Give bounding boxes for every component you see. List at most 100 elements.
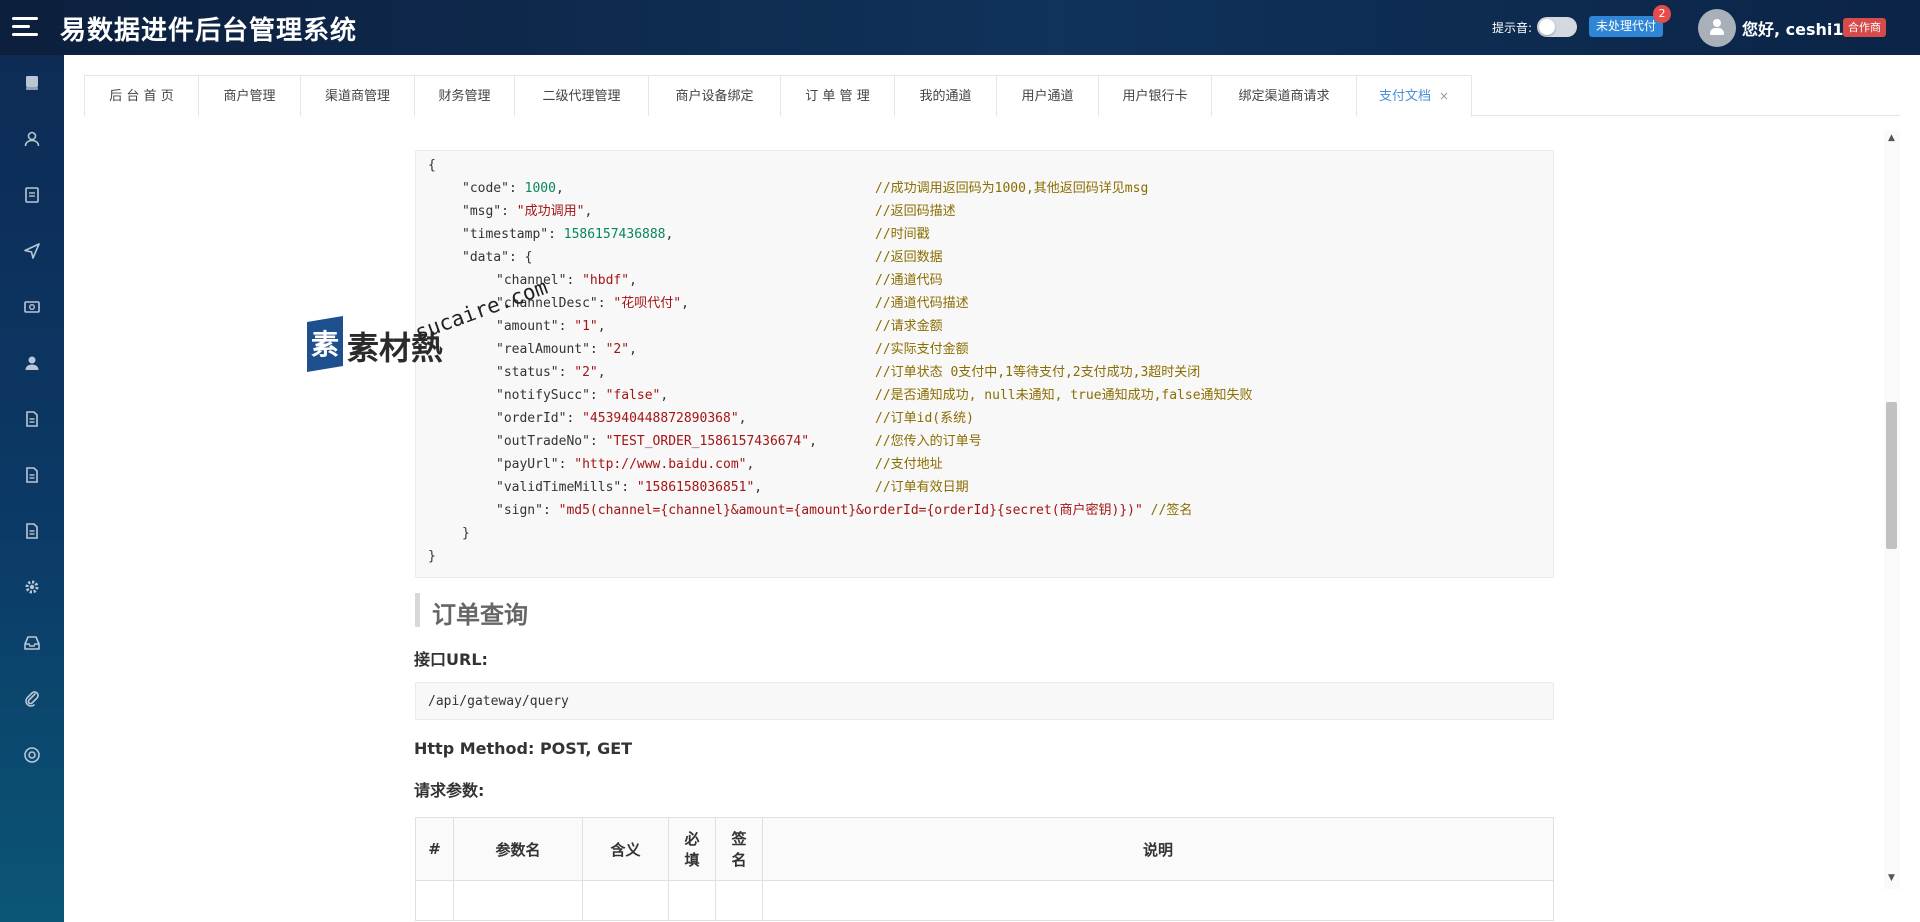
code-comment: //您传入的订单号	[875, 434, 982, 449]
file-icon[interactable]	[22, 465, 42, 485]
menu-toggle-icon[interactable]	[12, 15, 38, 39]
code-colon: :	[558, 457, 575, 472]
code-key: "notifySucc"	[496, 388, 590, 403]
user-greeting[interactable]: 您好, ceshi1	[1742, 16, 1844, 40]
tab-bank-cards[interactable]: 用户银行卡	[1099, 75, 1212, 116]
code-comma: ,	[597, 365, 606, 380]
watermark-logo: 素	[307, 316, 343, 372]
code-brace: }	[428, 549, 436, 564]
doc-content: - {"code": 1000, //成功调用返回码为1000,其他返回码详见ms…	[64, 117, 1884, 922]
tab-close-icon[interactable]: ×	[1439, 89, 1449, 103]
code-comma: ,	[746, 457, 755, 472]
gear-icon[interactable]	[22, 577, 42, 597]
table-row	[415, 880, 1554, 921]
tab-channel-merchant[interactable]: 渠道商管理	[301, 75, 415, 116]
code-line: "realAmount": "2",	[496, 338, 637, 361]
code-colon: :	[566, 411, 583, 426]
tab-payment-docs[interactable]: 支付文档 ×	[1357, 75, 1472, 117]
tab-my-channels[interactable]: 我的通道	[895, 75, 997, 116]
code-comment: //成功调用返回码为1000,其他返回码详见msg	[875, 181, 1149, 196]
paperclip-icon[interactable]	[22, 689, 42, 709]
tab-payment-docs-label: 支付文档	[1378, 89, 1431, 104]
tab-bar: 后 台 首 页 商户管理 渠道商管理 财务管理 二级代理管理 商户设备绑定 订 …	[84, 75, 1900, 117]
code-colon: :	[501, 204, 517, 219]
tab-finance[interactable]: 财务管理	[415, 75, 515, 116]
code-comment: //通道代码	[875, 273, 943, 288]
code-key: "outTradeNo"	[496, 434, 590, 449]
role-badge: 合作商	[1843, 18, 1886, 37]
api-url-label: 接口URL:	[414, 650, 488, 669]
tab-binding-requests[interactable]: 绑定渠道商请求	[1212, 75, 1357, 116]
tab-merchant[interactable]: 商户管理	[199, 75, 301, 116]
scroll-down-arrow-icon[interactable]: ▼	[1888, 873, 1895, 883]
code-comment: //签名	[1150, 503, 1193, 518]
param-table: # 参数名 含义 必填 签名 说明	[415, 817, 1554, 921]
code-comment: //时间戳	[875, 227, 930, 242]
code-comment: //支付地址	[875, 457, 943, 472]
code-value: "2"	[605, 342, 630, 357]
code-line: "timestamp": 1586157436888,	[462, 223, 673, 246]
send-icon[interactable]	[22, 241, 42, 261]
code-key: "timestamp"	[462, 227, 549, 242]
table-header-index: #	[415, 817, 454, 881]
code-colon: :	[589, 434, 606, 449]
code-key: "validTimeMills"	[496, 480, 622, 495]
code-comment: //订单有效日期	[875, 480, 969, 495]
code-brace: }	[462, 526, 470, 541]
book-icon[interactable]	[22, 73, 42, 93]
code-top-tick: -	[445, 117, 449, 123]
code-line: "msg": "成功调用",	[462, 200, 592, 223]
file-icon[interactable]	[22, 521, 42, 541]
tab-sub-agent[interactable]: 二级代理管理	[515, 75, 649, 116]
code-colon: :	[621, 480, 637, 495]
code-comma: ,	[597, 319, 606, 334]
code-colon: :	[558, 319, 575, 334]
table-header-required: 必填	[668, 817, 716, 881]
code-colon: :	[508, 181, 525, 196]
code-comment: //通道代码描述	[875, 296, 969, 311]
tab-device-binding[interactable]: 商户设备绑定	[649, 75, 781, 116]
app-title: 易数据进件后台管理系统	[60, 16, 358, 46]
code-comma: ,	[681, 296, 689, 311]
code-comment: //返回码描述	[875, 204, 956, 219]
code-line: "validTimeMills": "1586158036851",	[496, 476, 762, 499]
code-line: "code": 1000,	[462, 177, 564, 200]
code-colon: :	[508, 250, 525, 265]
code-colon: :	[548, 227, 564, 242]
lifebuoy-icon[interactable]	[22, 745, 42, 765]
table-header-desc: 说明	[762, 817, 1554, 881]
code-comma: ,	[555, 181, 564, 196]
code-key: "sign"	[496, 503, 543, 518]
pending-count-badge: 2	[1653, 5, 1671, 23]
inbox-icon[interactable]	[22, 633, 42, 653]
code-value: "http://www.baidu.com"	[574, 457, 747, 472]
section-title: 订单查询	[432, 601, 528, 629]
user-solid-icon[interactable]	[22, 353, 42, 373]
code-key: "status"	[496, 365, 559, 380]
tab-home[interactable]: 后 台 首 页	[84, 75, 199, 116]
tab-orders[interactable]: 订 单 管 理	[781, 75, 895, 116]
scrollbar-thumb[interactable]	[1886, 402, 1897, 549]
code-value: "1"	[574, 319, 598, 334]
pending-payout-button[interactable]: 未处理代付	[1589, 16, 1664, 37]
code-line: "notifySucc": "false",	[496, 384, 668, 407]
code-comma: ,	[754, 480, 763, 495]
code-comma: ,	[584, 204, 593, 219]
file-icon[interactable]	[22, 409, 42, 429]
code-comment: //请求金额	[875, 319, 943, 334]
code-colon: :	[589, 388, 606, 403]
code-comma: ,	[660, 388, 669, 403]
code-key: "data"	[462, 250, 509, 265]
code-comment: //订单状态 0支付中,1等待支付,2支付成功,3超时关闭	[875, 365, 1201, 380]
code-line: "amount": "1",	[496, 315, 606, 338]
avatar[interactable]	[1698, 9, 1736, 47]
code-key: "code"	[462, 181, 509, 196]
money-icon[interactable]	[22, 297, 42, 317]
scroll-up-arrow-icon[interactable]: ▲	[1888, 133, 1895, 143]
tab-user-channels[interactable]: 用户通道	[997, 75, 1099, 116]
code-key: "msg"	[462, 204, 502, 219]
document-icon[interactable]	[22, 185, 42, 205]
user-icon[interactable]	[22, 129, 42, 149]
code-colon: :	[558, 365, 575, 380]
sound-toggle[interactable]	[1537, 17, 1577, 37]
